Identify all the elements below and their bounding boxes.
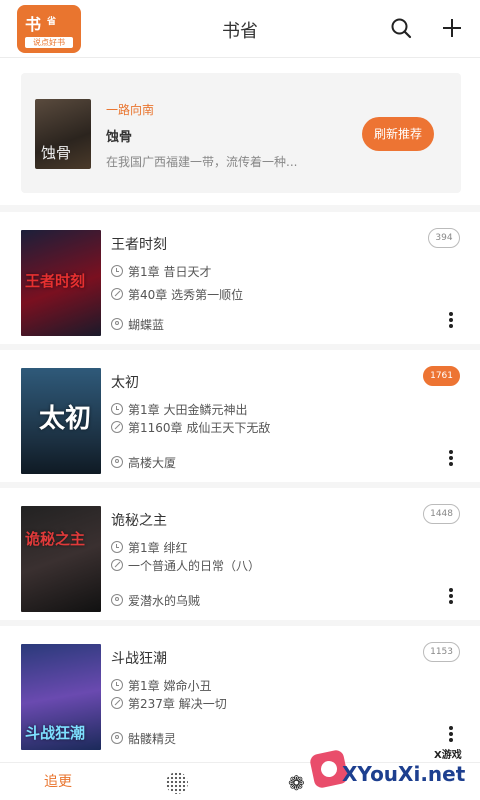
book-cover-text: 王者时刻: [25, 272, 86, 290]
tab-follow-updates[interactable]: 追更: [44, 771, 72, 791]
book-cover-text: 斗战狂潮: [25, 724, 86, 742]
watermark-text: XYouXi.net: [342, 762, 466, 786]
latest-chapter: 第40章 选秀第一顺位: [128, 288, 244, 302]
recommend-description: 在我国广西福建一带，流传着一种...: [106, 155, 298, 169]
user-icon: [111, 318, 123, 330]
user-icon: [111, 456, 123, 468]
site-watermark: X游戏 XYouXi.net: [304, 744, 480, 800]
latest-chapter-row: 第1160章 成仙王天下无敌: [111, 419, 270, 436]
book-cover-text: 太初: [39, 404, 92, 434]
first-chapter-row: 第1章 大田金鳞元神出: [111, 401, 247, 418]
more-options-icon[interactable]: [447, 450, 455, 470]
latest-chapter-row: 第40章 选秀第一顺位: [111, 286, 243, 303]
more-options-icon[interactable]: [447, 588, 455, 608]
compass-icon: [111, 559, 123, 571]
author-name: 爱潜水的乌贼: [128, 594, 201, 608]
first-chapter: 第1章 昔日天才: [128, 265, 212, 279]
compass-icon: [111, 288, 123, 300]
user-icon: [111, 594, 123, 606]
author-row: 蝴蝶蓝: [111, 316, 164, 333]
author-name: 蝴蝶蓝: [128, 318, 165, 332]
more-options-icon[interactable]: [447, 312, 455, 332]
clock-icon: [111, 541, 123, 553]
book-cover: 太初: [21, 368, 101, 474]
refresh-recommend-button[interactable]: 刷新推荐: [362, 117, 434, 151]
latest-chapter: 一个普通人的日常（八）: [128, 559, 261, 573]
book-item[interactable]: 斗战狂潮 斗战狂潮 第1章 嫦命小丑 第237章 解决一切 骷髅精灵 1153: [0, 626, 480, 762]
first-chapter: 第1章 绯红: [128, 541, 188, 555]
recommend-book-title: 蚀骨: [106, 130, 133, 145]
more-options-icon[interactable]: [447, 726, 455, 746]
book-cover: 王者时刻: [21, 230, 101, 336]
compass-icon: [111, 421, 123, 433]
clock-icon: [111, 679, 123, 691]
book-title: 诡秘之主: [111, 513, 167, 529]
latest-chapter: 第1160章 成仙王天下无敌: [128, 421, 271, 435]
first-chapter-row: 第1章 昔日天才: [111, 263, 211, 280]
app-header: 书 省 说点好书 书省: [0, 0, 480, 58]
author-row: 高楼大厦: [111, 454, 176, 471]
update-count-badge: 394: [428, 228, 460, 248]
book-item[interactable]: 王者时刻 王者时刻 第1章 昔日天才 第40章 选秀第一顺位 蝴蝶蓝 394: [0, 212, 480, 340]
recommend-cover-text: 蚀骨: [41, 144, 72, 162]
user-icon: [111, 732, 123, 744]
paw-icon[interactable]: ❁: [288, 771, 305, 795]
author-row: 爱潜水的乌贼: [111, 592, 200, 609]
latest-chapter-row: 一个普通人的日常（八）: [111, 557, 260, 574]
book-item[interactable]: 诡秘之主 诡秘之主 第1章 绯红 一个普通人的日常（八） 爱潜水的乌贼 1448: [0, 488, 480, 616]
update-count-badge: 1761: [423, 366, 460, 386]
author-name: 骷髅精灵: [128, 732, 177, 746]
compass-icon: [111, 697, 123, 709]
book-item[interactable]: 太初 太初 第1章 大田金鳞元神出 第1160章 成仙王天下无敌 高楼大厦 17…: [0, 350, 480, 478]
clock-icon: [111, 265, 123, 277]
author-row: 骷髅精灵: [111, 730, 176, 747]
dot-grid-icon[interactable]: [166, 772, 188, 794]
recommend-cover: 蚀骨: [35, 99, 91, 169]
plus-icon[interactable]: [440, 16, 464, 40]
update-count-badge: 1153: [423, 642, 460, 662]
watermark-small-text: X游戏: [434, 750, 462, 761]
recommend-tag: 一路向南: [106, 103, 155, 117]
latest-chapter-row: 第237章 解决一切: [111, 695, 227, 712]
first-chapter: 第1章 大田金鳞元神出: [128, 403, 248, 417]
first-chapter-row: 第1章 嫦命小丑: [111, 677, 211, 694]
book-title: 太初: [111, 375, 139, 391]
book-cover: 斗战狂潮: [21, 644, 101, 750]
book-title: 斗战狂潮: [111, 651, 167, 667]
latest-chapter: 第237章 解决一切: [128, 697, 227, 711]
book-cover-text: 诡秘之主: [25, 530, 86, 548]
book-cover: 诡秘之主: [21, 506, 101, 612]
recommend-card[interactable]: 蚀骨 一路向南 蚀骨 在我国广西福建一带，流传着一种... 刷新推荐: [21, 73, 461, 193]
update-count-badge: 1448: [423, 504, 460, 524]
book-title: 王者时刻: [111, 237, 167, 253]
first-chapter: 第1章 嫦命小丑: [128, 679, 212, 693]
author-name: 高楼大厦: [128, 456, 177, 470]
clock-icon: [111, 403, 123, 415]
search-icon[interactable]: [389, 16, 413, 40]
first-chapter-row: 第1章 绯红: [111, 539, 187, 556]
